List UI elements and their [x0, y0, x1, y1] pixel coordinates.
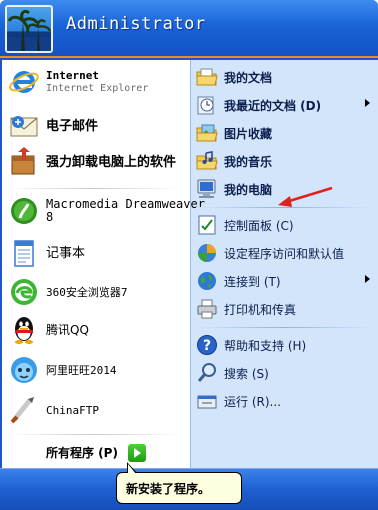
- place-search[interactable]: 搜索 (S): [196, 362, 374, 384]
- control-panel-icon: [196, 214, 218, 236]
- all-programs-label: 所有程序 (P): [46, 446, 118, 460]
- place-label: 打印机和传真: [224, 302, 297, 317]
- program-qq[interactable]: 腾讯QQ: [0, 314, 89, 346]
- user-name: Administrator: [66, 14, 206, 34]
- submenu-arrow-icon: [365, 275, 370, 283]
- connect-to-icon: [196, 270, 218, 292]
- place-my-music[interactable]: 我的音乐: [196, 150, 374, 172]
- place-label: 连接到 (T): [224, 274, 281, 289]
- run-icon: [196, 390, 218, 412]
- submenu-arrow-icon: [365, 99, 370, 107]
- notepad-icon: [8, 237, 40, 269]
- recent-documents-icon: [196, 94, 218, 116]
- place-label: 图片收藏: [224, 126, 273, 141]
- divider: [196, 327, 372, 328]
- place-control-panel[interactable]: 控制面板 (C): [196, 214, 374, 236]
- place-label: 控制面板 (C): [224, 218, 294, 233]
- divider: [8, 434, 180, 435]
- chinaftp-icon: [8, 394, 40, 426]
- program-label: Internet: [46, 69, 99, 82]
- printers-icon: [196, 298, 218, 320]
- place-label: 我的电脑: [224, 182, 273, 197]
- my-music-icon: [196, 150, 218, 172]
- place-label: 搜索 (S): [224, 366, 269, 381]
- new-program-tooltip[interactable]: 新安装了程序。: [116, 462, 242, 504]
- place-run[interactable]: 运行 (R)...: [196, 390, 374, 412]
- place-my-documents[interactable]: 我的文档: [196, 66, 374, 88]
- program-email[interactable]: 电子邮件: [0, 110, 98, 142]
- dreamweaver-icon: [8, 195, 40, 227]
- user-avatar[interactable]: [5, 5, 53, 53]
- divider: [8, 188, 180, 189]
- place-label: 运行 (R)...: [224, 394, 281, 409]
- search-icon: [196, 362, 218, 384]
- place-printers[interactable]: 打印机和传真: [196, 298, 374, 320]
- place-label: 我的音乐: [224, 154, 273, 169]
- uninstall-icon: [8, 146, 40, 178]
- program-360-browser[interactable]: 360安全浏览器7: [0, 276, 128, 308]
- tooltip-text: 新安装了程序。: [126, 481, 211, 496]
- my-pictures-icon: [196, 122, 218, 144]
- program-sublabel: Internet Explorer: [46, 83, 149, 94]
- email-icon: [8, 110, 40, 142]
- program-label: 360安全浏览器7: [46, 285, 128, 299]
- place-label: 设定程序访问和默认值: [224, 246, 345, 261]
- place-help-support[interactable]: ? 帮助和支持 (H): [196, 334, 374, 356]
- program-label: 电子邮件: [46, 118, 99, 134]
- place-my-pictures[interactable]: 图片收藏: [196, 122, 374, 144]
- svg-text:?: ?: [203, 338, 211, 354]
- ie-icon: [8, 66, 40, 98]
- program-wangwang[interactable]: 阿里旺旺2014: [0, 354, 117, 386]
- qq-icon: [8, 314, 40, 346]
- program-access-icon: [196, 242, 218, 264]
- start-menu: Administrator Internet Internet Explorer: [0, 0, 378, 510]
- program-uninstaller[interactable]: 强力卸载电脑上的软件: [0, 146, 176, 178]
- program-dreamweaver[interactable]: Macromedia Dreamweaver 8: [0, 195, 205, 227]
- program-notepad[interactable]: 记事本: [0, 237, 85, 269]
- program-label: Macromedia Dreamweaver: [46, 197, 205, 211]
- place-label: 我最近的文档 (D): [224, 98, 322, 113]
- program-label: 强力卸载电脑上的软件: [46, 154, 177, 170]
- all-programs-arrow-icon[interactable]: [128, 444, 146, 462]
- program-chinaftp[interactable]: ChinaFTP: [0, 394, 99, 426]
- program-label: 腾讯QQ: [46, 322, 89, 337]
- all-programs-button[interactable]: 所有程序 (P): [2, 437, 190, 468]
- place-label: 帮助和支持 (H): [224, 338, 307, 353]
- program-internet-explorer[interactable]: Internet Internet Explorer: [0, 66, 148, 98]
- program-label-line2: 8: [46, 210, 54, 224]
- place-program-access[interactable]: 设定程序访问和默认值: [196, 242, 374, 264]
- place-label: 我的文档: [224, 70, 273, 85]
- annotation-arrow-icon: [278, 186, 333, 207]
- place-recent-documents[interactable]: 我最近的文档 (D): [196, 94, 374, 116]
- program-label: ChinaFTP: [46, 403, 99, 417]
- my-documents-icon: [196, 66, 218, 88]
- program-label: 记事本: [46, 245, 86, 261]
- start-menu-header: Administrator: [0, 0, 378, 58]
- tooltip-tail-fill: [128, 464, 136, 474]
- wangwang-icon: [8, 354, 40, 386]
- help-icon: ?: [196, 334, 218, 356]
- place-connect-to[interactable]: 连接到 (T): [196, 270, 374, 292]
- program-label: 阿里旺旺2014: [46, 363, 117, 377]
- 360-browser-icon: [8, 276, 40, 308]
- my-computer-icon: [196, 178, 218, 200]
